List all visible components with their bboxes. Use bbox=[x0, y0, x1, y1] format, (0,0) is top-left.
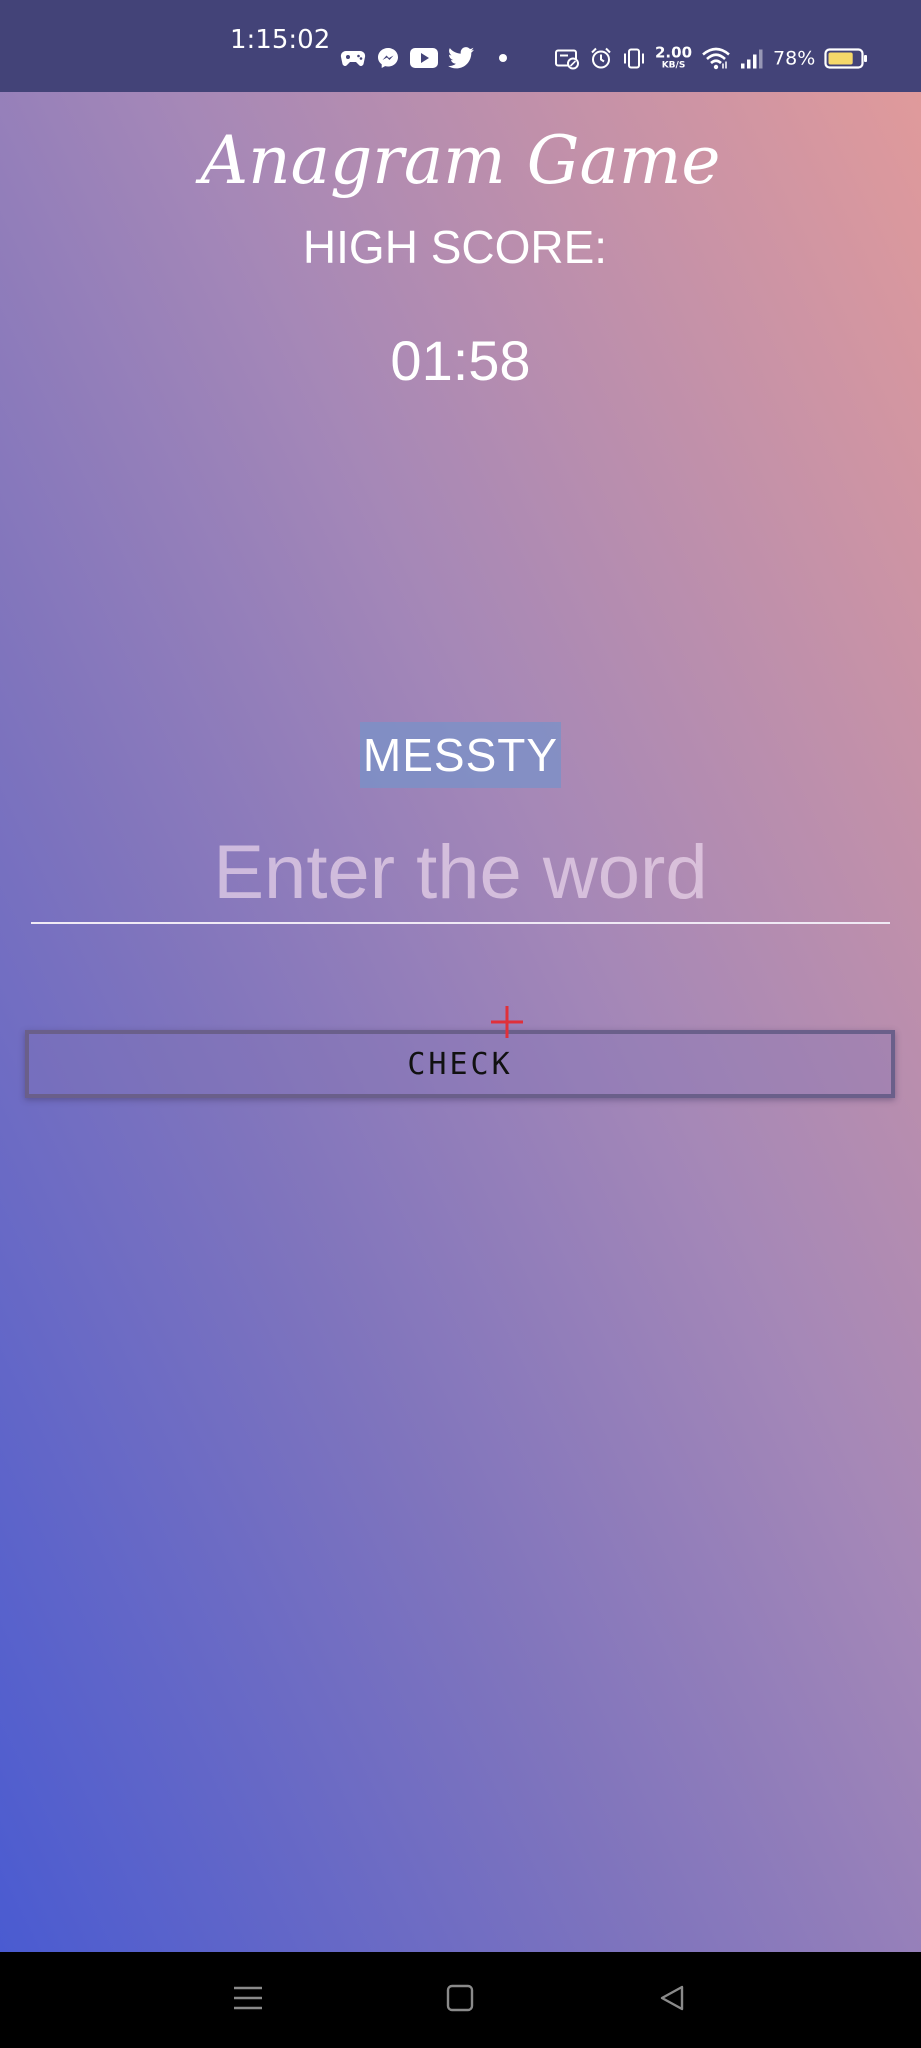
vibrate-icon bbox=[622, 47, 646, 69]
status-bar: 1:15:02 2.00 KB/S 78% bbox=[0, 0, 921, 92]
home-icon[interactable] bbox=[446, 1984, 474, 2016]
navigation-bar bbox=[0, 1952, 921, 2048]
phone-screen: 1:15:02 2.00 KB/S 78% Anagram Game HIGH … bbox=[0, 0, 921, 2048]
status-time: 1:15:02 bbox=[230, 25, 331, 55]
scrambled-word[interactable]: MESSTY bbox=[359, 722, 562, 788]
signal-icon bbox=[740, 47, 764, 69]
app-title: Anagram Game bbox=[200, 122, 721, 199]
alarm-icon bbox=[589, 46, 613, 70]
word-input[interactable] bbox=[31, 822, 890, 924]
network-speed-value: 2.00 bbox=[655, 43, 693, 62]
countdown-timer: 01:58 bbox=[390, 329, 531, 392]
battery-icon bbox=[824, 47, 868, 69]
system-icons: 2.00 KB/S 78% bbox=[554, 43, 868, 71]
youtube-icon bbox=[410, 48, 438, 68]
dot-icon bbox=[498, 53, 508, 63]
notification-icons bbox=[340, 46, 508, 70]
scrambled-word-container: MESSTY bbox=[0, 722, 921, 788]
high-score-label: HIGH SCORE: bbox=[302, 221, 608, 273]
crosshair-icon bbox=[491, 1006, 523, 1038]
back-icon[interactable] bbox=[658, 1984, 686, 2016]
check-button[interactable]: CHECK bbox=[25, 1030, 895, 1098]
game-controller-icon bbox=[340, 48, 366, 68]
messenger-icon bbox=[376, 46, 400, 70]
wifi-icon bbox=[701, 46, 731, 70]
screen-record-icon bbox=[554, 47, 580, 69]
network-speed-unit: KB/S bbox=[661, 60, 686, 71]
network-speed: 2.00 KB/S bbox=[655, 43, 693, 71]
game-screen: Anagram Game HIGH SCORE: 01:58 MESSTY CH… bbox=[0, 92, 921, 1952]
battery-percent: 78% bbox=[773, 47, 816, 69]
menu-icon[interactable] bbox=[233, 1985, 263, 2015]
twitter-icon bbox=[448, 47, 474, 69]
